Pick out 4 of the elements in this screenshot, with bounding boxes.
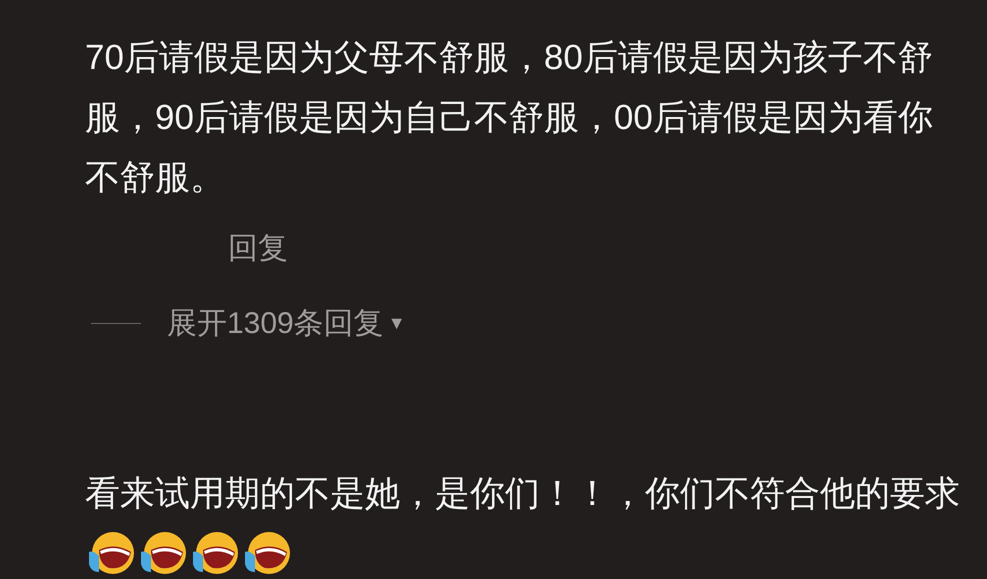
comment-text: 70后请假是因为父母不舒服，80后请假是因为孩子不舒服，90后请假是因为自己不舒服，00后请假是因为看你不舒服。 bbox=[85, 37, 934, 199]
reply-button[interactable]: 回复 bbox=[228, 226, 288, 271]
comment-text: 看来试用期的不是她，是你们！！，你们不符合他的要求 bbox=[85, 474, 960, 513]
expand-replies-link[interactable]: 展开1309条回复▼ bbox=[167, 301, 406, 346]
